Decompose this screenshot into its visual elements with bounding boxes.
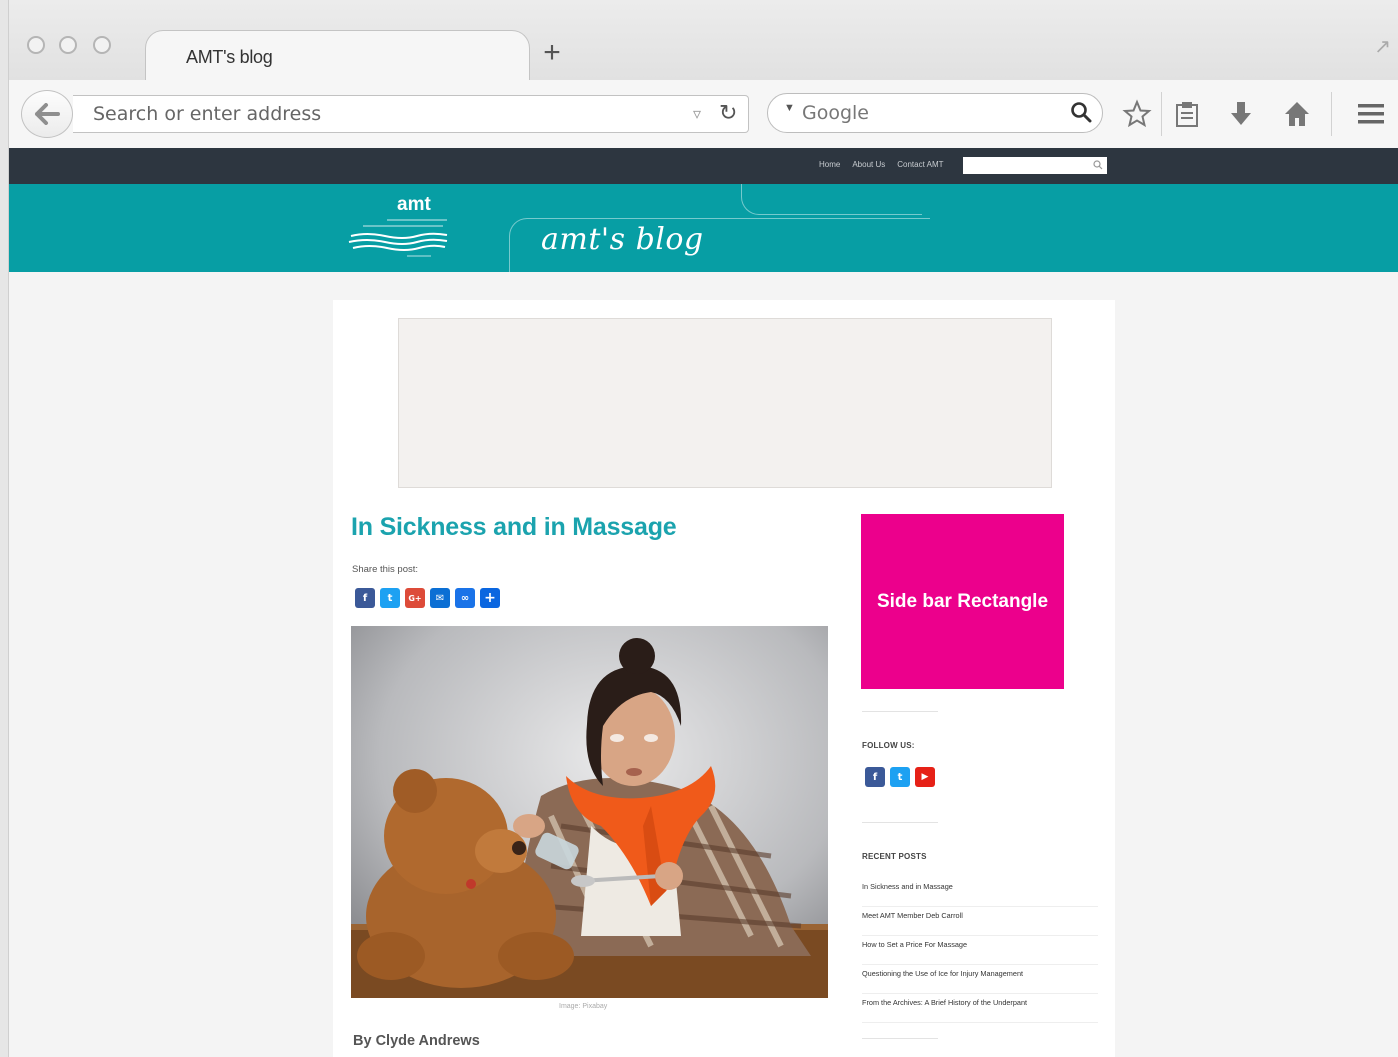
browser-window: AMT's blog + ↗ ▿ ↻ ▼ (8, 0, 1398, 1057)
google-plus-icon[interactable]: G+ (405, 588, 425, 608)
new-tab-button[interactable]: + (539, 38, 565, 68)
more-share-icon[interactable]: + (480, 588, 500, 608)
address-input[interactable] (93, 96, 653, 132)
bookmark-star-icon[interactable] (1121, 98, 1153, 130)
nav-about-link[interactable]: About Us (852, 160, 885, 169)
tab-strip: AMT's blog + ↗ (9, 0, 1398, 82)
back-arrow-icon (35, 103, 60, 125)
twitter-icon[interactable]: t (380, 588, 400, 608)
history-dropdown-icon[interactable]: ▿ (693, 104, 701, 124)
search-engine-dropdown-icon[interactable]: ▼ (784, 102, 795, 114)
home-icon[interactable] (1281, 98, 1313, 130)
recent-posts-heading: RECENT POSTS (862, 852, 927, 861)
recent-post-link[interactable]: From the Archives: A Brief History of th… (862, 994, 1098, 1023)
post-title[interactable]: In Sickness and in Massage (351, 513, 677, 542)
link-icon[interactable]: ∞ (455, 588, 475, 608)
divider (862, 711, 938, 712)
email-icon[interactable]: ✉ (430, 588, 450, 608)
nav-contact-link[interactable]: Contact AMT (897, 160, 943, 169)
fullscreen-icon[interactable]: ↗ (1374, 34, 1391, 59)
search-input[interactable] (802, 94, 1052, 132)
share-label: Share this post: (352, 564, 419, 575)
site-search-input[interactable] (963, 157, 1107, 174)
follow-us-heading: FOLLOW US: (862, 741, 915, 750)
amt-logo[interactable]: amt (397, 194, 431, 216)
address-bar[interactable]: ▿ ↻ (73, 95, 749, 133)
blog-title[interactable]: amt's blog (541, 222, 704, 257)
site-banner: amt amt's blog (9, 184, 1398, 272)
follow-icons: f t ▶ (865, 767, 935, 787)
close-window-button[interactable] (27, 36, 45, 54)
facebook-icon[interactable]: f (865, 767, 885, 787)
reload-icon[interactable]: ↻ (719, 100, 737, 126)
bookmarks-menu-icon[interactable] (1171, 98, 1203, 130)
post-image[interactable] (351, 626, 828, 998)
recent-post-link[interactable]: In Sickness and in Massage (862, 878, 1098, 907)
recent-post-link[interactable]: Questioning the Use of Ice for Injury Ma… (862, 965, 1098, 994)
sick-woman-with-teddy-bear-photo (351, 626, 828, 998)
share-buttons: f t G+ ✉ ∞ + (355, 588, 500, 608)
divider (862, 1038, 938, 1039)
recent-posts-list: In Sickness and in Massage Meet AMT Memb… (862, 878, 1098, 1023)
sidebar-rectangle-ad[interactable]: Side bar Rectangle (861, 514, 1064, 689)
tab-amts-blog[interactable]: AMT's blog (145, 30, 530, 82)
post-byline: By Clyde Andrews (353, 1033, 480, 1049)
recent-post-link[interactable]: Meet AMT Member Deb Carroll (862, 907, 1098, 936)
facebook-icon[interactable]: f (355, 588, 375, 608)
zoom-window-button[interactable] (93, 36, 111, 54)
twitter-icon[interactable]: t (890, 767, 910, 787)
top-navigation: Home About Us Contact AMT (819, 160, 944, 169)
logo-waves-icon (348, 219, 448, 257)
search-icon[interactable] (1070, 101, 1092, 123)
navigation-toolbar: ▿ ↻ ▼ (9, 80, 1398, 149)
download-icon[interactable] (1225, 98, 1257, 130)
youtube-icon[interactable]: ▶ (915, 767, 935, 787)
divider (862, 822, 938, 823)
sidebar-rectangle-label: Side bar Rectangle (876, 590, 1049, 612)
ad-placeholder (398, 318, 1052, 488)
search-icon[interactable] (1093, 160, 1103, 170)
site-top-bar: Home About Us Contact AMT (9, 148, 1398, 184)
recent-post-link[interactable]: How to Set a Price For Massage (862, 936, 1098, 965)
image-caption: Image: Pixabay (559, 1003, 608, 1010)
nav-home-link[interactable]: Home (819, 160, 840, 169)
banner-decoration (741, 184, 922, 215)
minimize-window-button[interactable] (59, 36, 77, 54)
tab-title: AMT's blog (186, 47, 273, 67)
menu-icon[interactable] (1355, 98, 1387, 130)
search-bar[interactable]: ▼ (767, 93, 1103, 133)
back-button[interactable] (21, 90, 73, 138)
